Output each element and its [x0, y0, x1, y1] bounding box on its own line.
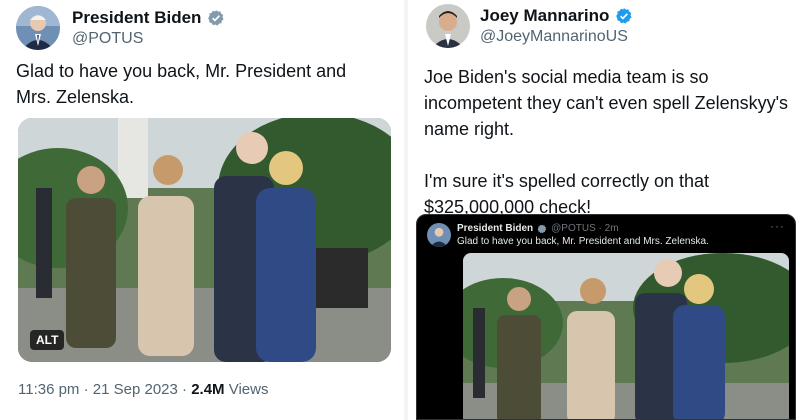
left-tweet: President Biden @POTUS Glad to have you … [0, 0, 404, 420]
embedded-display-name: President Biden [457, 223, 534, 234]
photo-image [463, 253, 789, 419]
meta-separator: · [83, 381, 93, 398]
tweet-photo[interactable]: ALT [18, 118, 391, 362]
more-dots-icon: ··· [770, 219, 785, 233]
tweet-meta: 11:36 pm · 21 Sep 2023 · 2.4M Views [18, 381, 268, 398]
embedded-header: President Biden @POTUS · 2m [457, 223, 619, 234]
handle[interactable]: @JoeyMannarinoUS [480, 28, 628, 46]
embedded-screenshot[interactable]: President Biden @POTUS · 2m ··· Glad to … [416, 214, 796, 420]
avatar-image [16, 6, 60, 50]
display-name[interactable]: President Biden [72, 8, 201, 28]
embedded-photo [463, 253, 789, 419]
embedded-text: Glad to have you back, Mr. President and… [457, 236, 709, 247]
tweet-date[interactable]: 21 Sep 2023 [93, 381, 178, 398]
avatar-image [427, 223, 451, 247]
tweet-text: Joe Biden's social media team is so inco… [424, 67, 789, 217]
views-count: 2.4M [191, 381, 225, 398]
views-label: Views [228, 381, 269, 398]
avatar[interactable] [16, 6, 60, 50]
tweet-text: Glad to have you back, Mr. President and… [16, 61, 347, 107]
display-name[interactable]: Joey Mannarino [480, 6, 609, 26]
photo-image [18, 118, 391, 362]
meta-separator: · [182, 381, 192, 398]
embedded-handle: @POTUS · 2m [551, 223, 619, 234]
alt-badge[interactable]: ALT [30, 330, 65, 350]
handle[interactable]: @POTUS [72, 30, 143, 48]
avatar-image [426, 4, 470, 48]
right-tweet: Joey Mannarino @JoeyMannarinoUS Joe Bide… [408, 0, 800, 420]
verified-badge-icon [537, 224, 547, 233]
tweet-time[interactable]: 11:36 pm [18, 381, 79, 398]
verified-badge-icon [616, 8, 632, 24]
avatar[interactable] [426, 4, 470, 48]
verified-badge-icon [208, 10, 224, 26]
embedded-avatar [427, 223, 451, 247]
